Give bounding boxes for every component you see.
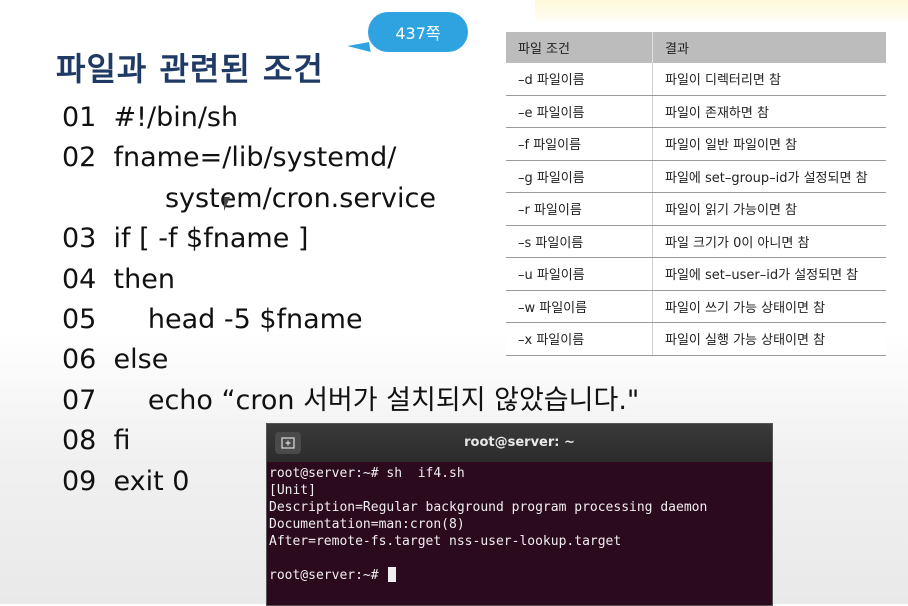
terminal-title: root@server: ~	[464, 435, 575, 450]
table-cell-condition: –f 파일이름	[506, 127, 653, 161]
table-cell-condition: –u 파일이름	[506, 257, 653, 291]
terminal-titlebar[interactable]: root@server: ~	[267, 424, 772, 462]
terminal-line: Documentation=man:cron(8)	[269, 517, 465, 532]
table-cell-condition: –g 파일이름	[506, 160, 653, 193]
table-row: –d 파일이름 파일이 디렉터리면 참	[506, 63, 886, 96]
file-condition-table: 파일 조건 결과 –d 파일이름 파일이 디렉터리면 참 –e 파일이름 파일이…	[506, 32, 886, 356]
table-row: –w 파일이름 파일이 쓰기 가능 상태이면 참	[506, 290, 886, 323]
table-row: –f 파일이름 파일이 일반 파일이면 참	[506, 127, 886, 161]
table-cell-condition: –e 파일이름	[506, 95, 653, 128]
code-line: 07 echo “cron 서버가 설치되지 않았습니다."	[62, 384, 640, 416]
table-cell-condition: –d 파일이름	[506, 63, 653, 96]
slide-title: 파일과 관련된 조건	[56, 50, 324, 88]
table-row: –s 파일이름 파일 크기가 0이 아니면 참	[506, 225, 886, 258]
table-cell-result: 파일에 set–user–id가 설정되면 참	[652, 257, 886, 291]
terminal-line: root@server:~# sh if4.sh	[269, 466, 465, 481]
mouse-pointer-icon	[224, 197, 230, 211]
table-row: –g 파일이름 파일에 set–group–id가 설정되면 참	[506, 160, 886, 193]
table-cell-result: 파일이 쓰기 가능 상태이면 참	[652, 290, 886, 323]
table-header-condition: 파일 조건	[506, 32, 653, 63]
table-header-result: 결과	[652, 32, 886, 63]
terminal-line: After=remote-fs.target nss-user-lookup.t…	[269, 534, 622, 549]
top-decoration-band	[535, 0, 908, 20]
terminal-line: Description=Regular background program p…	[269, 500, 708, 515]
table-cell-condition: –r 파일이름	[506, 192, 653, 226]
table-cell-result: 파일이 읽기 가능이면 참	[652, 192, 886, 226]
table-cell-result: 파일 크기가 0이 아니면 참	[652, 225, 886, 258]
table-header-row: 파일 조건 결과	[506, 32, 886, 63]
table-cell-condition: –w 파일이름	[506, 290, 653, 323]
terminal-line: [Unit]	[269, 483, 316, 498]
bubble-tail	[347, 42, 371, 56]
table-row: –u 파일이름 파일에 set–user–id가 설정되면 참	[506, 257, 886, 291]
table-row: –x 파일이름 파일이 실행 가능 상태이면 참	[506, 322, 886, 356]
table-cell-result: 파일이 실행 가능 상태이면 참	[652, 322, 886, 356]
table-cell-condition: –x 파일이름	[506, 322, 653, 356]
terminal-cursor	[388, 567, 397, 582]
table-cell-condition: –s 파일이름	[506, 225, 653, 258]
page-ref-bubble: 437쪽	[368, 12, 468, 52]
table-cell-result: 파일이 일반 파일이면 참	[652, 127, 886, 161]
terminal-window[interactable]: root@server: ~ root@server:~# sh if4.sh …	[266, 423, 773, 606]
table-cell-result: 파일에 set–group–id가 설정되면 참	[652, 160, 886, 193]
terminal-prompt-line[interactable]: root@server:~#	[269, 567, 770, 584]
terminal-output[interactable]: root@server:~# sh if4.sh [Unit] Descript…	[267, 462, 772, 584]
table-cell-result: 파일이 존재하면 참	[652, 95, 886, 128]
table-row: –e 파일이름 파일이 존재하면 참	[506, 95, 886, 128]
table-row: –r 파일이름 파일이 읽기 가능이면 참	[506, 192, 886, 226]
terminal-prompt: root@server:~#	[269, 568, 387, 583]
table-cell-result: 파일이 디렉터리면 참	[652, 63, 886, 96]
